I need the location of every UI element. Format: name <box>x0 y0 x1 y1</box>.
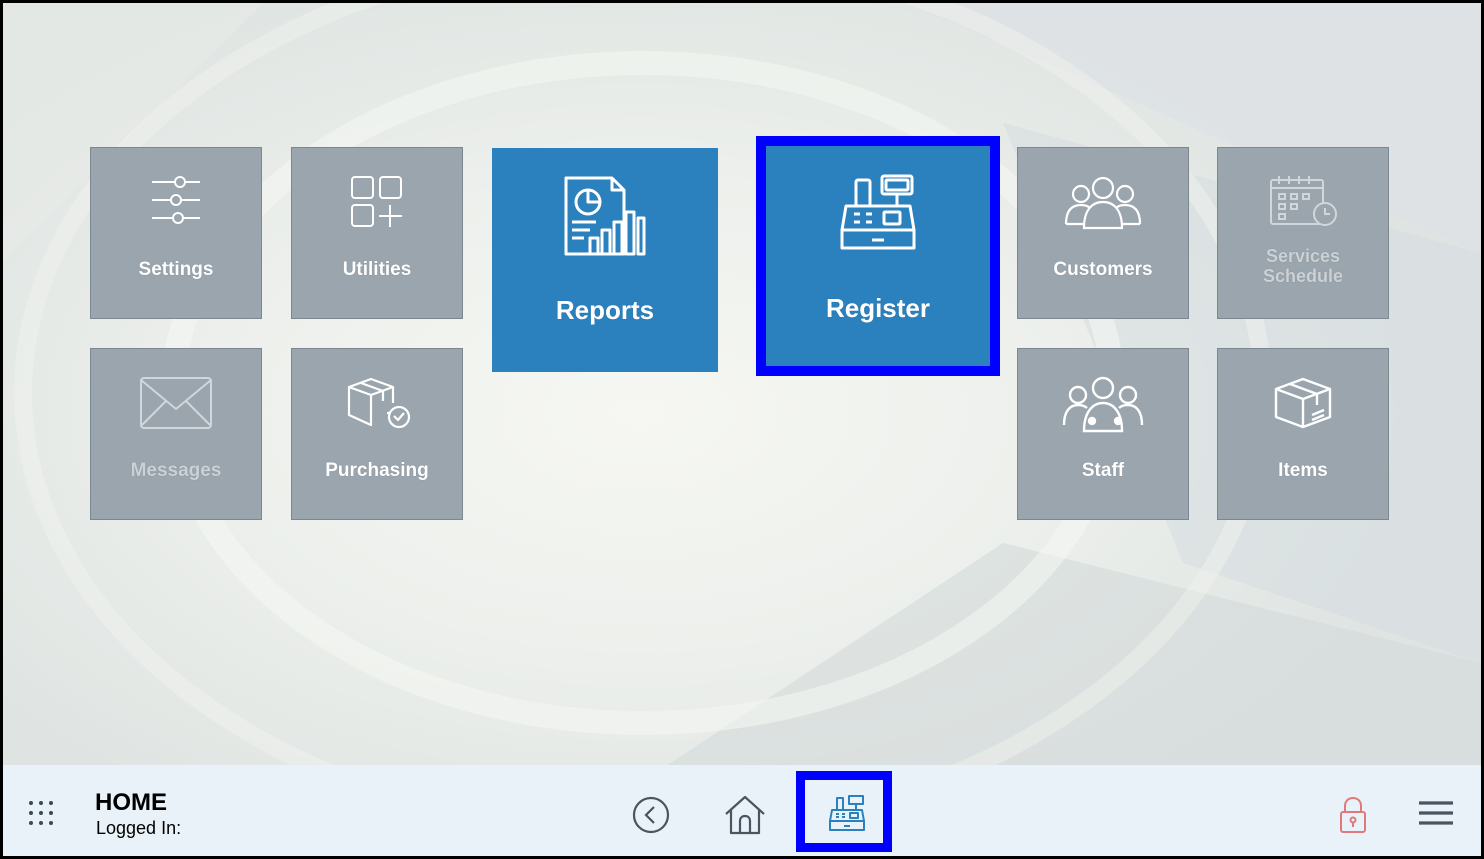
apps-grid-icon[interactable] <box>23 795 59 831</box>
purchasing-tile[interactable]: Purchasing <box>291 348 463 520</box>
reports-tile[interactable]: Reports <box>492 148 718 372</box>
services-schedule-tile[interactable]: Services Schedule <box>1217 147 1389 319</box>
logged-in-label: Logged In: <box>96 818 182 838</box>
utilities-tile[interactable]: Utilities <box>291 147 463 319</box>
back-button[interactable] <box>629 793 673 837</box>
customers-tile[interactable]: Customers <box>1017 147 1189 319</box>
settings-tile[interactable]: Settings <box>90 147 262 319</box>
customers-icon <box>1018 174 1188 230</box>
envelope-icon <box>91 375 261 431</box>
home-button[interactable] <box>721 792 769 838</box>
page-title: HOME <box>95 789 167 816</box>
lock-icon <box>1340 796 1366 833</box>
services-label-line2: Schedule <box>1262 266 1344 286</box>
customers-label: Customers <box>1053 259 1153 280</box>
home-screen: Settings Utilities Reports Register Cust… <box>0 0 1484 859</box>
items-label: Items <box>1278 460 1328 481</box>
items-tile[interactable]: Items <box>1217 348 1389 520</box>
sliders-icon <box>91 174 261 226</box>
staff-icon <box>1018 375 1188 433</box>
register-shortcut-highlight <box>796 771 892 852</box>
package-check-icon <box>292 375 462 431</box>
back-icon <box>632 796 670 834</box>
report-chart-icon <box>492 174 718 258</box>
home-icon <box>725 795 765 835</box>
staff-label: Staff <box>1081 460 1125 481</box>
calendar-clock-icon <box>1218 174 1388 228</box>
messages-tile[interactable]: Messages <box>90 348 262 520</box>
hamburger-menu-button[interactable] <box>1415 795 1457 831</box>
services-label-line1: Services <box>1265 246 1341 266</box>
staff-tile[interactable]: Staff <box>1017 348 1189 520</box>
grid-plus-icon <box>292 174 462 230</box>
hamburger-menu-icon <box>1419 801 1453 825</box>
messages-label: Messages <box>130 460 222 481</box>
bottom-bar: HOME Logged In: <box>3 765 1481 856</box>
utilities-label: Utilities <box>342 259 412 280</box>
services-schedule-label: Services Schedule <box>1218 246 1388 286</box>
purchasing-label: Purchasing <box>325 460 429 481</box>
box-icon <box>1218 375 1388 431</box>
reports-label: Reports <box>555 295 655 325</box>
settings-label: Settings <box>138 259 214 280</box>
register-selection-highlight <box>756 136 1000 376</box>
lock-button[interactable] <box>1333 793 1373 837</box>
